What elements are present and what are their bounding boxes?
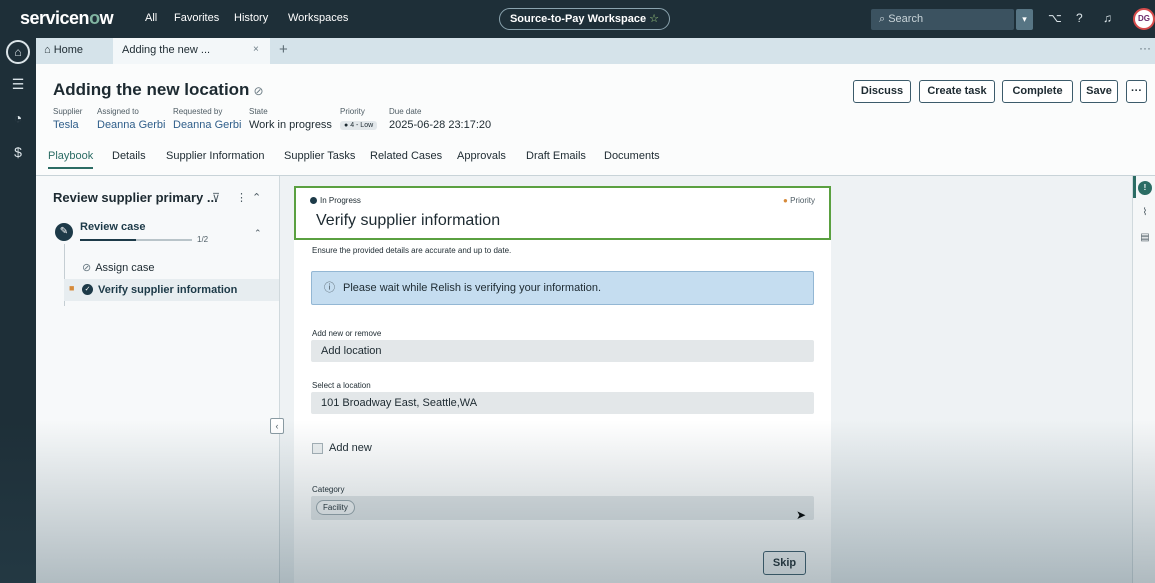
utility-rail: ! ⌇ ▤	[1132, 176, 1155, 583]
collapse-up-icon[interactable]: ⌃	[252, 191, 261, 204]
document-icon[interactable]: ▤	[1138, 231, 1152, 245]
tab-supplier-information[interactable]: Supplier Information	[166, 150, 264, 162]
complete-button[interactable]: Complete	[1002, 80, 1073, 103]
panel-divider	[279, 176, 280, 583]
supplier-link[interactable]: Tesla	[53, 119, 82, 131]
more-actions-button[interactable]: ···	[1126, 80, 1147, 103]
tab-home[interactable]: ⌂ Home	[44, 44, 83, 56]
tag-icon[interactable]: ⊘	[253, 84, 263, 98]
create-task-button[interactable]: Create task	[919, 80, 995, 103]
field-due-date: Due date 2025-06-28 23:17:20	[389, 107, 492, 131]
info-message: ⓘ Please wait while Relish is verifying y…	[311, 271, 814, 305]
close-tab-icon[interactable]: ×	[253, 44, 259, 55]
flag-icon: ■	[69, 283, 75, 293]
record-header: Adding the new location ⊘ Supplier Tesla A…	[36, 64, 1155, 176]
global-search-input[interactable]: ⌕ Search	[871, 9, 1014, 30]
tab-record[interactable]: Adding the new ... ×	[113, 38, 270, 64]
filter-icon[interactable]: ⊽	[212, 191, 220, 204]
priority-label: ● Priority	[783, 196, 815, 205]
stage-progress-text: 1/2	[197, 235, 209, 244]
field-supplier: Supplier Tesla	[53, 107, 83, 131]
category-pill[interactable]: Facility	[316, 500, 355, 515]
discuss-button[interactable]: Discuss	[853, 80, 911, 103]
add-remove-field[interactable]: Add location	[311, 340, 814, 362]
tab-related-cases[interactable]: Related Cases	[370, 150, 442, 162]
chevron-up-icon[interactable]: ⌃	[254, 228, 262, 239]
workspace-switcher[interactable]: Source-to-Pay Workspace ☆	[499, 8, 670, 30]
field-priority: Priority ● 4 - Low	[340, 107, 378, 131]
nav-favorites[interactable]: Favorites	[174, 12, 219, 24]
add-new-label: Add new	[329, 442, 372, 454]
stage-progress-bar	[80, 239, 192, 241]
tab-supplier-tasks[interactable]: Supplier Tasks	[284, 150, 355, 162]
workspace-rail: ⌂ ☰ ◔ $	[0, 38, 36, 583]
notifications-bell-icon[interactable]: ♫	[1103, 11, 1112, 25]
record-page: Adding the new location ⊘ Supplier Tesla A…	[36, 64, 1155, 583]
tab-overflow-icon[interactable]: ···	[1139, 41, 1151, 55]
category-label: Category	[312, 485, 345, 494]
field-requested-by: Requested by Deanna Gerbi	[173, 107, 242, 131]
activity-verify-supplier[interactable]: ■ ✓ Verify supplier information	[64, 279, 279, 301]
dashboard-icon[interactable]: ◔	[8, 110, 28, 126]
tab-documents[interactable]: Documents	[604, 150, 660, 162]
record-title: Adding the new location ⊘	[53, 80, 264, 99]
user-avatar[interactable]: DG	[1133, 8, 1155, 30]
info-icon: ⓘ	[324, 282, 335, 294]
requested-by-link[interactable]: Deanna Gerbi	[173, 119, 242, 131]
tab-draft-emails[interactable]: Draft Emails	[526, 150, 586, 162]
playbook-title: Review supplier primary ...	[53, 190, 218, 205]
list-icon[interactable]: ☰	[8, 76, 28, 93]
nav-workspaces[interactable]: Workspaces	[288, 12, 348, 24]
skip-button[interactable]: Skip	[763, 551, 806, 575]
add-remove-label: Add new or remove	[312, 329, 382, 338]
sidebar-chat-icon[interactable]: ⌥	[1048, 11, 1062, 25]
select-location-label: Select a location	[312, 381, 371, 390]
category-field[interactable]	[311, 496, 814, 520]
stage-review-case[interactable]: Review case	[80, 221, 145, 233]
activity-description: Ensure the provided details are accurate…	[312, 246, 512, 255]
tab-approvals[interactable]: Approvals	[457, 150, 506, 162]
activity-title: Verify supplier information	[316, 212, 501, 229]
top-nav: servicenow All Favorites History Workspa…	[0, 0, 1155, 38]
playbook-panel: Review supplier primary ... ⊽ ⋮ ⌃ ✎ Revi…	[36, 176, 279, 583]
attachment-icon[interactable]: ⌇	[1138, 206, 1152, 220]
dollar-document-icon[interactable]: $	[8, 144, 28, 160]
activity-card-header: In Progress ● Priority Verify supplier i…	[294, 186, 831, 240]
home-icon[interactable]: ⌂	[6, 40, 30, 64]
nav-history[interactable]: History	[234, 12, 268, 24]
info-circle-icon[interactable]: !	[1138, 181, 1152, 195]
check-circle-icon: ⊘	[82, 262, 92, 274]
pencil-icon: ✎	[55, 223, 73, 241]
help-icon[interactable]: ?	[1076, 11, 1083, 25]
location-field[interactable]: 101 Broadway East, Seattle,WA	[311, 392, 814, 414]
field-assigned-to: Assigned to Deanna Gerbi	[97, 107, 166, 131]
search-scope-dropdown[interactable]: ▾	[1016, 9, 1033, 30]
mouse-cursor-icon: ➤	[796, 508, 807, 522]
tab-details[interactable]: Details	[112, 150, 146, 162]
activity-card: In Progress ● Priority Verify supplier i…	[294, 186, 831, 583]
priority-badge: ● 4 - Low	[340, 121, 378, 130]
tab-playbook[interactable]: Playbook	[48, 150, 94, 169]
servicenow-logo[interactable]: servicenow	[20, 8, 114, 29]
collapse-panel-button[interactable]: ‹	[270, 418, 284, 434]
record-subtabs: Playbook Details Supplier Information Su…	[36, 150, 1155, 176]
activity-assign-case[interactable]: ⊘ Assign case	[82, 261, 155, 274]
in-progress-icon: ✓	[82, 284, 93, 295]
field-state: State Work in progress	[249, 107, 332, 131]
favorite-star-icon[interactable]: ☆	[649, 13, 659, 25]
status-label: In Progress	[310, 196, 361, 205]
save-button[interactable]: Save	[1080, 80, 1118, 103]
nav-all[interactable]: All	[145, 12, 157, 24]
selected-indicator	[1133, 176, 1136, 198]
assigned-to-link[interactable]: Deanna Gerbi	[97, 119, 166, 131]
kebab-menu-icon[interactable]: ⋮	[236, 191, 247, 204]
add-new-checkbox[interactable]	[312, 443, 323, 454]
new-tab-button[interactable]: +	[279, 41, 288, 58]
workspace-tab-bar: ⌂ Home Adding the new ... × + ···	[36, 38, 1155, 64]
